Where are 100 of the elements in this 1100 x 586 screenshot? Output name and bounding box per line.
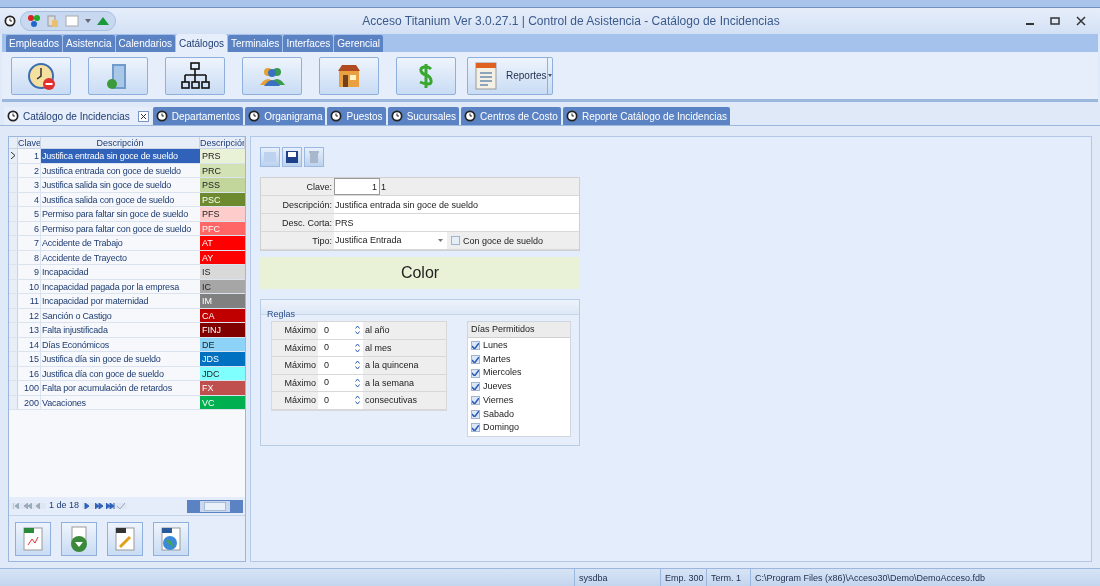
table-cell[interactable]: Justifica entrada sin goce de sueldo [41,149,200,163]
panel-title: Reglas [267,309,295,319]
spinner-icon [355,360,360,371]
spin-field[interactable]: 0 [318,322,363,339]
table-cell[interactable]: Justifica salida con goce de sueldo [41,192,200,206]
document-tab[interactable]: Organigrama [245,107,326,125]
table-cell[interactable]: Falta injustificada [41,323,200,337]
column-header[interactable]: Descripciór [200,137,245,148]
table-cell[interactable]: Incapacidad [41,265,200,279]
color-cell: IM [200,294,245,308]
color-cell: PRS [200,149,245,163]
status-text: sysdba [574,569,660,586]
ribbon-tab[interactable]: Terminales [228,35,283,52]
building-button[interactable] [88,56,148,95]
table-cell[interactable]: Sanción o Castigo [41,308,200,322]
document-tab[interactable]: Centros de Costo [461,107,561,125]
dropdown-field[interactable]: Justifica Entrada [334,232,447,249]
table-cell[interactable]: Permiso para faltar sin goce de sueldo [41,207,200,221]
color-cell: FX [200,381,245,395]
export-button[interactable] [153,521,189,556]
document-tab[interactable]: Catálogo de Incidencias [4,107,151,125]
table-cell[interactable]: Permiso para faltar con goce de sueldo [41,221,200,235]
document-tab[interactable]: Reporte Catálogo de Incidencias [562,107,730,125]
color-cell: AT [200,236,245,250]
clock-icon [330,110,343,122]
checkbox[interactable]: Con goce de sueldo [451,232,544,249]
checkbox[interactable]: Lunes [471,339,570,353]
row-pointer-icon [10,152,16,160]
trash-icon [306,149,322,165]
table-cell[interactable]: Vacaciones [41,395,200,409]
save-icon [284,149,300,165]
horizontal-scrollbar[interactable] [187,499,243,513]
checkbox[interactable]: Miercoles [471,366,570,381]
next-page-icon [95,503,105,509]
table-cell[interactable]: Justifica día con goce de sueldo [41,366,200,380]
ribbon-tab[interactable]: Calendarios [115,35,175,52]
ribbon-tab[interactable]: Empleados [6,35,63,52]
table-cell[interactable]: Días Económicos [41,337,200,351]
field-label: Máximo [283,341,317,355]
text-field[interactable]: Justifica entrada sin goce de sueldo [334,196,579,213]
table-cell: 6 [18,221,41,235]
spinner-icon [355,325,360,336]
close-icon [137,110,149,122]
checkbox[interactable]: Martes [471,352,570,367]
table-cell[interactable]: Justifica entrada con goce de sueldo [41,163,200,177]
document-icon [47,14,59,28]
circles-icon [27,14,41,28]
document-tab[interactable]: Puestos [327,107,386,125]
table-cell: 4 [18,192,41,206]
first-page-icon [13,503,22,509]
ribbon-tab[interactable]: Catálogos [176,34,227,52]
text-field[interactable]: PRS [334,214,579,231]
clock-icon [26,60,56,91]
checkbox[interactable]: Domingo [471,421,570,435]
table-cell[interactable]: Incapacidad por maternidad [41,294,200,308]
table-cell[interactable]: Justifica salida sin goce de sueldo [41,178,200,192]
table-cell: 200 [18,395,41,409]
table-cell: 16 [18,366,41,380]
last-page-icon [106,503,116,509]
clock-icon [390,110,403,122]
table-cell[interactable]: Accidente de Trabajo [41,236,200,250]
column-header[interactable]: Descripción [41,137,200,148]
table-cell[interactable]: Accidente de Trayecto [41,250,200,264]
save-button[interactable] [282,147,302,167]
ribbon-tab[interactable]: Asistencia [63,35,115,52]
checkbox[interactable]: Sabado [471,407,570,422]
people-button[interactable] [242,56,302,95]
store-button[interactable] [319,56,379,95]
document-tab[interactable]: Departamentos [152,107,244,125]
check-icon [117,503,126,509]
spin-field[interactable]: 0 [318,392,363,409]
checkbox[interactable]: Viernes [471,393,570,408]
money-button[interactable] [396,56,456,95]
spinner-icon [355,377,360,388]
table-cell[interactable]: Incapacidad pagada por la empresa [41,279,200,293]
number-field[interactable]: 1 [334,178,380,195]
orgchart-button[interactable] [165,56,225,95]
table-cell: 11 [18,294,41,308]
field-label: al año [364,324,390,337]
spin-field[interactable]: 0 [318,357,363,374]
color-cell: IS [200,265,245,279]
clock-button[interactable] [11,56,71,95]
reports-button[interactable]: Reportes [467,56,553,95]
table-cell[interactable]: Justifica día sin goce de sueldo [41,352,200,366]
row-header[interactable] [9,149,18,163]
document-tab[interactable]: Sucursales [387,107,460,125]
status-text: Emp. 300 [660,569,706,586]
export-button[interactable] [107,521,143,556]
field-label: Máximo [283,324,317,337]
ribbon-tab[interactable]: Gerencial [334,35,384,52]
column-header[interactable]: Clave [18,137,41,148]
checkbox[interactable]: Jueves [471,380,570,394]
field-label: a la quincena [364,359,419,372]
ribbon-tab[interactable]: Interfaces [283,35,334,52]
clock-icon [155,110,168,122]
field-value: 1 [381,181,386,194]
page-indicator: 1 de 18 [49,499,80,513]
table-cell[interactable]: Falta por acumulación de retardos [41,381,200,395]
table-cell: 13 [18,323,41,337]
table-cell: 9 [18,265,41,279]
